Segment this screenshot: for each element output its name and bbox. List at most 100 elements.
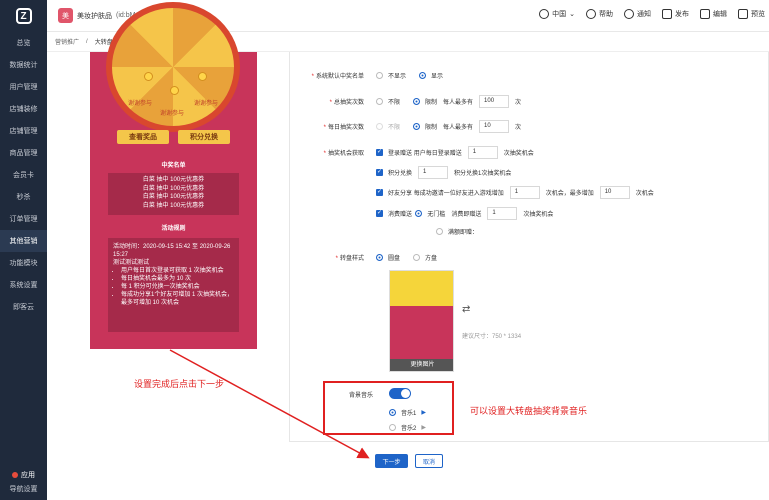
main-content: 谢谢参与 谢谢参与 谢谢参与 查看奖品 积分兑换 中奖名单 白菜 抽中 100元… — [47, 2, 769, 500]
total-draws-input[interactable]: 100 — [479, 95, 510, 108]
logo[interactable]: Z — [0, 0, 47, 32]
wheel-style-label: * 转盘样式 — [335, 256, 364, 262]
sidebar-item-orders[interactable]: 订单管理 — [0, 208, 47, 230]
login-desc: 用户每日登录赠送 — [413, 151, 462, 157]
help-label: 帮助 — [599, 11, 613, 18]
top-bar: Z 美 美妆护肤品 (id:bMvIMbn2Wr) 中国⌄ 帮助 通知 发布 编… — [0, 0, 769, 32]
consume-checkbox[interactable]: ✓ — [376, 210, 383, 217]
bell-icon — [624, 9, 634, 19]
total-limit-radio[interactable]: 限制 — [413, 97, 437, 106]
share-checkbox[interactable]: ✓ — [376, 189, 383, 196]
play-icon[interactable]: ▶ — [421, 424, 426, 431]
sidebar-item-store[interactable]: 店铺管理 — [0, 120, 47, 142]
consume-suffix: 次抽奖机会 — [523, 212, 554, 218]
rules-desc: 测试测试测试 — [113, 260, 150, 266]
rules-panel: 活动时间：2020-09-15 15:42 至 2020-09-26 15:27… — [108, 238, 239, 332]
play-icon[interactable]: ▶ — [421, 409, 426, 416]
show-list-show-radio[interactable]: 显示 — [419, 71, 443, 80]
list-item: 每日抽奖机会最多为 10 次 — [121, 275, 234, 283]
chevron-down-icon: ⌄ — [569, 11, 575, 18]
breadcrumb-parent[interactable]: 营销推广 — [55, 37, 79, 46]
consume-no-threshold-radio[interactable]: 无门槛 — [415, 209, 445, 218]
swap-icon[interactable]: ⇄ — [462, 304, 470, 315]
sidebar-item-decoration[interactable]: 店铺装修 — [0, 98, 47, 120]
share-chance-input[interactable]: 1 — [509, 186, 540, 199]
sidebar-item-flash-sale[interactable]: 秒杀 — [0, 186, 47, 208]
change-image-button[interactable]: 更换图片 — [390, 359, 453, 371]
help-button[interactable]: 帮助 — [586, 9, 613, 19]
annotation-next-step: 设置完成后点击下一步 — [134, 379, 225, 389]
list-item: 每成功分享1个好友可增加 1 次抽奖机会，最多可增加 10 次机会 — [121, 291, 234, 307]
total-draws-row: * 总抽奖次数 不限 限制 每人最多有 100 次 — [290, 95, 769, 108]
list-item: 白菜 抽中 100元优惠券 — [142, 194, 205, 200]
prize-wheel: 谢谢参与 谢谢参与 谢谢参与 — [106, 2, 240, 132]
wheel-round-radio[interactable]: 圆盘 — [376, 253, 400, 262]
rules-time: 活动时间：2020-09-15 15:42 至 2020-09-26 15:27 — [113, 244, 231, 258]
total-unlimited-radio[interactable]: 不限 — [376, 97, 400, 106]
consume-chance-input[interactable]: 1 — [487, 207, 518, 220]
edit-label: 编辑 — [713, 11, 727, 18]
phone-preview: 谢谢参与 谢谢参与 谢谢参与 查看奖品 积分兑换 中奖名单 白菜 抽中 100元… — [90, 2, 257, 349]
size-hint: 建议尺寸：750 * 1334 — [462, 334, 522, 340]
total-prefix: 每人最多有 — [443, 100, 474, 106]
shop-name: 美妆护肤品 — [77, 12, 112, 20]
cancel-button[interactable]: 取消 — [415, 454, 443, 468]
points-input[interactable]: 1 — [418, 166, 449, 179]
list-item: 用户每日首次登录可获取 1 次抽奖机会 — [121, 267, 234, 275]
music-toggle[interactable] — [389, 388, 411, 399]
notice-button[interactable]: 通知 — [624, 9, 651, 19]
share-suffix: 次机会 — [635, 191, 654, 197]
points-exchange-button[interactable]: 积分兑换 — [178, 130, 230, 144]
sidebar-item-settings[interactable]: 系统设置 — [0, 274, 47, 296]
sidebar-item-marketing[interactable]: 其他营销 — [0, 230, 47, 252]
preview-button[interactable]: 预览 — [738, 9, 765, 19]
toolbar: 中国 ⌄ 帮助 通知 发布 编辑 预览 — [539, 9, 765, 19]
smiley-icon — [198, 72, 207, 81]
daily-draws-row: * 每日抽奖次数 不限 限制 每人最多有 10 次 — [290, 120, 769, 133]
logo-icon: Z — [15, 8, 32, 24]
sidebar-item-overview[interactable]: 总览 — [0, 32, 47, 54]
app-label: 应用 — [21, 472, 35, 479]
show-list-row: * 系统默认中奖名单 不显示 显示 — [290, 71, 769, 80]
sidebar-item-stats[interactable]: 数据统计 — [0, 54, 47, 76]
login-checkbox[interactable]: ✓ — [376, 149, 383, 156]
edit-button[interactable]: 编辑 — [700, 9, 727, 19]
sidebar-item-membership[interactable]: 会员卡 — [0, 164, 47, 186]
sidebar-item-products[interactable]: 商品管理 — [0, 142, 47, 164]
chance-row-consume: ✓ 消费赠送 无门槛 消费即赠送 1 次抽奖机会 — [290, 207, 769, 220]
app-button[interactable]: 应用 — [0, 466, 47, 484]
wheel-segment-label: 谢谢参与 — [128, 101, 153, 107]
smiley-icon — [144, 72, 153, 81]
sidebar-item-modules[interactable]: 功能模块 — [0, 252, 47, 274]
share-mid: 次机会，最多增加 — [545, 191, 594, 197]
music-option-2[interactable]: 音乐2 ▶ — [389, 423, 426, 432]
sidebar-item-users[interactable]: 用户管理 — [0, 76, 47, 98]
music-label: 背景音乐 — [349, 393, 374, 399]
daily-unlimited-radio[interactable]: 不限 — [376, 122, 400, 131]
consume-name: 消费赠送 — [388, 212, 413, 218]
list-item: 白菜 抽中 100元优惠券 — [142, 202, 205, 209]
show-list-hide-radio[interactable]: 不显示 — [376, 71, 406, 80]
share-max-input[interactable]: 10 — [599, 186, 630, 199]
consume-full-amount-radio[interactable]: 满额即赠： — [436, 227, 478, 236]
preview-icon — [738, 9, 748, 19]
show-list-label: * 系统默认中奖名单 — [311, 74, 364, 80]
daily-limit-radio[interactable]: 限制 — [413, 122, 437, 131]
location-icon — [539, 9, 550, 19]
view-prizes-button[interactable]: 查看奖品 — [117, 130, 169, 144]
wheel-style-row: * 转盘样式 圆盘 方盘 — [290, 253, 769, 262]
points-checkbox[interactable]: ✓ — [376, 169, 383, 176]
sidebar-item-nav-settings[interactable]: 导航设置 — [0, 484, 47, 494]
login-chance-input[interactable]: 1 — [467, 146, 498, 159]
daily-draws-input[interactable]: 10 — [479, 120, 510, 133]
points-suffix: 积分兑换1次抽奖机会 — [454, 171, 512, 177]
next-button[interactable]: 下一步 — [375, 454, 408, 468]
list-item: 白菜 抽中 100元优惠券 — [142, 177, 205, 183]
breadcrumb-separator: / — [86, 38, 88, 45]
sidebar-item-cloud[interactable]: 即客云 — [0, 296, 47, 318]
music-option-1[interactable]: 音乐1 ▶ — [389, 408, 426, 417]
publish-button[interactable]: 发布 — [662, 9, 689, 19]
region-selector[interactable]: 中国 ⌄ — [539, 9, 575, 19]
preview-label: 预览 — [751, 11, 765, 18]
wheel-square-radio[interactable]: 方盘 — [413, 253, 437, 262]
